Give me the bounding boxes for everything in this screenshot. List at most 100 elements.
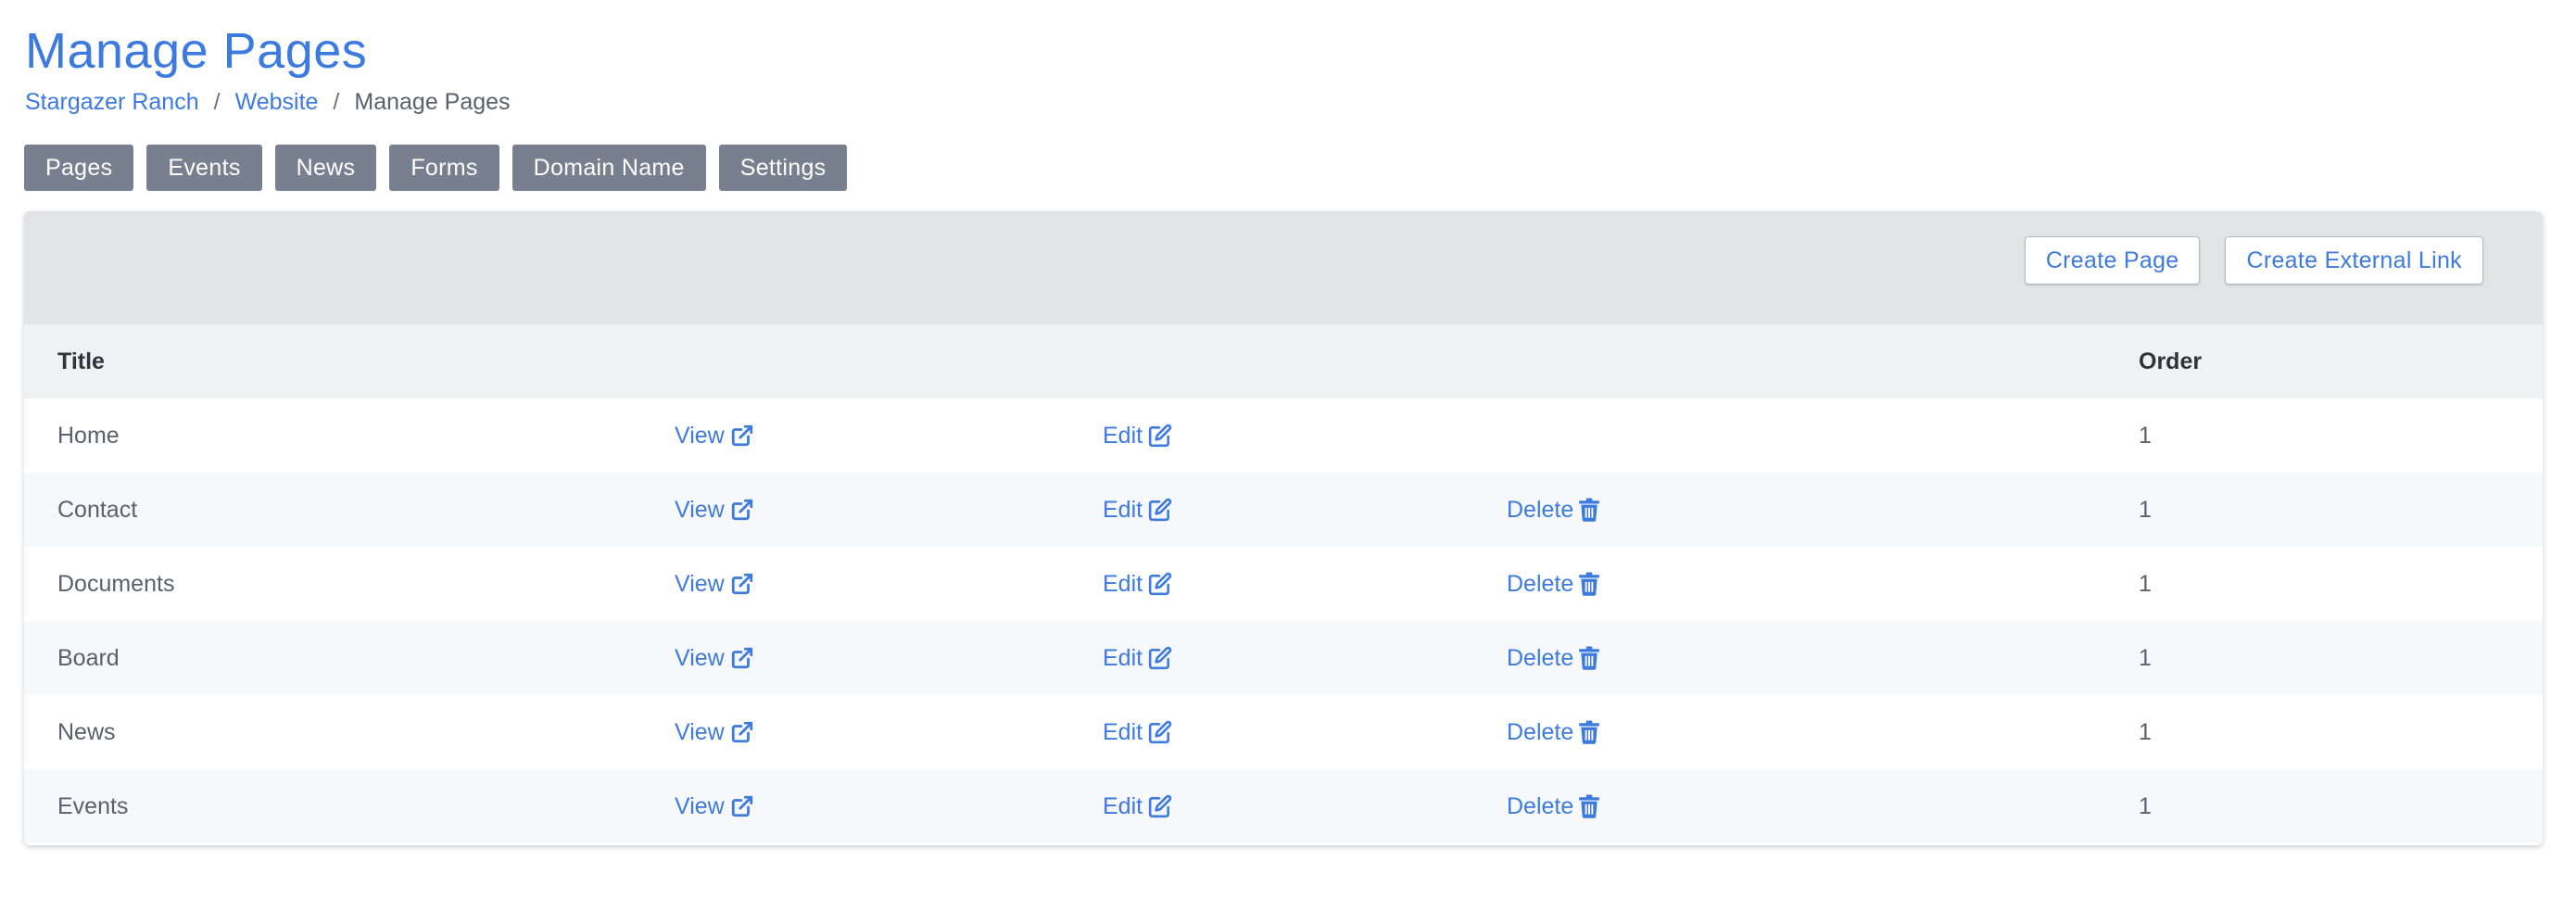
- tab-pages[interactable]: Pages: [24, 145, 134, 191]
- breadcrumb-link-website[interactable]: Website: [235, 89, 319, 116]
- edit-link-label: Edit: [1103, 792, 1143, 819]
- delete-cell: Delete: [1507, 473, 2139, 547]
- table-body: Home View Edit 1 Contact View Edit Delet…: [24, 399, 2543, 843]
- edit-link[interactable]: Edit: [1103, 571, 1172, 598]
- view-link-label: View: [675, 718, 725, 745]
- breadcrumb-link-stargazer-ranch[interactable]: Stargazer Ranch: [25, 89, 199, 116]
- column-header-title: Title: [24, 324, 675, 399]
- row-title: Documents: [24, 547, 675, 621]
- delete-link[interactable]: Delete: [1507, 570, 1600, 598]
- column-header-edit: [1103, 324, 1507, 399]
- pages-table: Title Order Home View Edit 1 Contact Vie…: [24, 324, 2543, 843]
- edit-cell: Edit: [1103, 473, 1507, 547]
- row-title: Board: [24, 621, 675, 695]
- view-link[interactable]: View: [675, 793, 754, 820]
- edit-icon: [1148, 720, 1172, 744]
- edit-link[interactable]: Edit: [1103, 645, 1172, 672]
- view-link[interactable]: View: [675, 423, 754, 450]
- row-order: 1: [2139, 695, 2543, 769]
- external-link-icon: [730, 720, 754, 744]
- breadcrumb-current: Manage Pages: [354, 88, 511, 115]
- delete-link-label: Delete: [1507, 792, 1574, 819]
- external-link-icon: [730, 646, 754, 670]
- external-link-icon: [730, 498, 754, 522]
- table-row: Home View Edit 1: [24, 399, 2543, 473]
- row-title: Events: [24, 769, 675, 843]
- tab-settings[interactable]: Settings: [718, 145, 848, 191]
- row-order: 1: [2139, 547, 2543, 621]
- view-link-label: View: [675, 496, 725, 523]
- external-link-icon: [730, 794, 754, 818]
- row-order: 1: [2139, 621, 2543, 695]
- column-header-delete: [1507, 324, 2139, 399]
- view-cell: View: [675, 547, 1103, 621]
- delete-link[interactable]: Delete: [1507, 792, 1600, 820]
- edit-icon: [1148, 498, 1172, 522]
- view-link-label: View: [675, 570, 725, 597]
- view-cell: View: [675, 473, 1103, 547]
- table-header-row: Title Order: [24, 324, 2543, 399]
- external-link-icon: [730, 572, 754, 596]
- delete-link-label: Delete: [1507, 644, 1574, 671]
- create-page-button[interactable]: Create Page: [2024, 236, 2201, 285]
- delete-link-label: Delete: [1507, 718, 1574, 745]
- row-title: News: [24, 695, 675, 769]
- card-toolbar: Create Page Create External Link: [24, 211, 2543, 324]
- edit-link-label: Edit: [1103, 422, 1143, 449]
- edit-link[interactable]: Edit: [1103, 793, 1172, 820]
- delete-link-label: Delete: [1507, 496, 1574, 523]
- row-order: 1: [2139, 399, 2543, 473]
- table-row: Documents View Edit Delete 1: [24, 547, 2543, 621]
- delete-cell: Delete: [1507, 547, 2139, 621]
- toolbar-actions: Create Page Create External Link: [2000, 236, 2483, 285]
- breadcrumb-separator: /: [213, 88, 221, 115]
- view-cell: View: [675, 769, 1103, 843]
- edit-icon: [1148, 646, 1172, 670]
- edit-link-label: Edit: [1103, 718, 1143, 745]
- delete-link-label: Delete: [1507, 570, 1574, 597]
- edit-cell: Edit: [1103, 621, 1507, 695]
- tab-events[interactable]: Events: [146, 145, 262, 191]
- view-link[interactable]: View: [675, 497, 754, 524]
- view-link[interactable]: View: [675, 719, 754, 746]
- delete-link[interactable]: Delete: [1507, 496, 1600, 524]
- edit-link[interactable]: Edit: [1103, 423, 1172, 450]
- delete-cell: [1507, 399, 2139, 473]
- table-row: News View Edit Delete 1: [24, 695, 2543, 769]
- breadcrumb: Stargazer Ranch / Website / Manage Pages: [25, 85, 511, 119]
- row-title: Home: [24, 399, 675, 473]
- edit-cell: Edit: [1103, 695, 1507, 769]
- edit-cell: Edit: [1103, 547, 1507, 621]
- trash-icon: [1579, 498, 1600, 522]
- page-title: Manage Pages: [25, 23, 368, 79]
- delete-link[interactable]: Delete: [1507, 644, 1600, 672]
- row-title: Contact: [24, 473, 675, 547]
- view-link[interactable]: View: [675, 571, 754, 598]
- delete-cell: Delete: [1507, 769, 2139, 843]
- create-external-link-button[interactable]: Create External Link: [2225, 236, 2483, 285]
- edit-link[interactable]: Edit: [1103, 719, 1172, 746]
- edit-link[interactable]: Edit: [1103, 497, 1172, 524]
- view-link-label: View: [675, 644, 725, 671]
- trash-icon: [1579, 794, 1600, 818]
- view-link-label: View: [675, 422, 725, 449]
- edit-cell: Edit: [1103, 769, 1507, 843]
- tab-domain-name[interactable]: Domain Name: [511, 145, 706, 191]
- edit-cell: Edit: [1103, 399, 1507, 473]
- trash-icon: [1579, 720, 1600, 744]
- external-link-icon: [730, 424, 754, 448]
- tab-forms[interactable]: Forms: [389, 145, 499, 191]
- edit-icon: [1148, 572, 1172, 596]
- view-link[interactable]: View: [675, 645, 754, 672]
- view-cell: View: [675, 695, 1103, 769]
- view-link-label: View: [675, 792, 725, 819]
- table-row: Contact View Edit Delete 1: [24, 473, 2543, 547]
- table-row: Events View Edit Delete 1: [24, 769, 2543, 843]
- breadcrumb-separator: /: [333, 88, 340, 115]
- delete-link[interactable]: Delete: [1507, 718, 1600, 746]
- view-cell: View: [675, 399, 1103, 473]
- trash-icon: [1579, 646, 1600, 670]
- column-header-order: Order: [2139, 324, 2543, 399]
- tab-news[interactable]: News: [274, 145, 377, 191]
- edit-link-label: Edit: [1103, 570, 1143, 597]
